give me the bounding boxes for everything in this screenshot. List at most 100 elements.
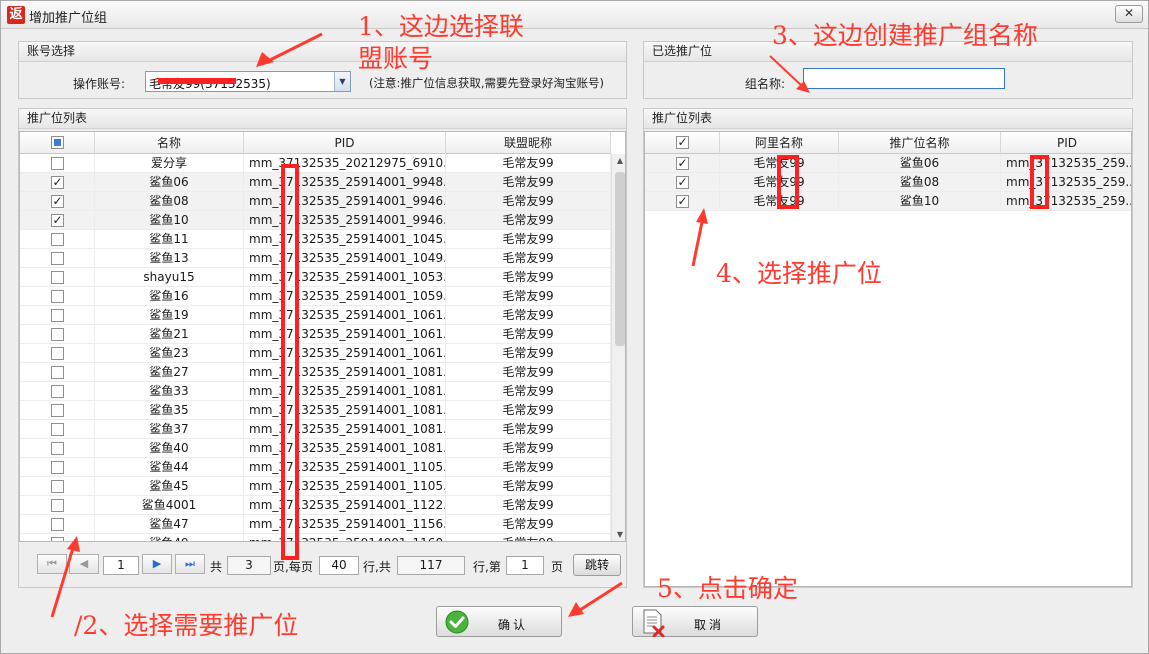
last-page-button[interactable]: ⏭ <box>175 554 205 574</box>
row-checkbox[interactable] <box>51 366 64 379</box>
table-row[interactable]: 鲨鱼21 mm_37132535_25914001_1061... 毛常友99 <box>20 325 611 344</box>
nickname-cell: 毛常友99 <box>446 439 611 458</box>
row-checkbox[interactable] <box>51 290 64 303</box>
row-checkbox[interactable] <box>51 461 64 474</box>
row-checkbox[interactable] <box>51 328 64 341</box>
table-row[interactable]: ✓ 毛常友99 鲨鱼08 mm_37132535_259... <box>645 173 1131 192</box>
row-checkbox[interactable] <box>51 480 64 493</box>
table-row[interactable]: 鲨鱼35 mm_37132535_25914001_1081... 毛常友99 <box>20 401 611 420</box>
pid-cell: mm_37132535_25914001_1156... <box>244 515 446 534</box>
left-grid-scrollbar[interactable]: ▲ ▼ <box>611 154 625 541</box>
row-check-cell <box>20 534 95 541</box>
row-check-cell <box>20 458 95 477</box>
table-row[interactable]: 鲨鱼13 mm_37132535_25914001_1049... 毛常友99 <box>20 249 611 268</box>
pid-cell: mm_37132535_25914001_1081... <box>244 382 446 401</box>
row-check-cell <box>20 382 95 401</box>
jump-button[interactable]: 跳转 <box>573 554 621 576</box>
table-row[interactable]: 鲨鱼19 mm_37132535_25914001_1061... 毛常友99 <box>20 306 611 325</box>
annotation-step-1-line-1: 1、这边选择联 <box>358 12 524 41</box>
row-checkbox[interactable]: ✓ <box>676 195 689 208</box>
table-row[interactable]: ✓ 鲨鱼06 mm_37132535_25914001_9948... 毛常友99 <box>20 173 611 192</box>
first-page-button[interactable]: ⏮ <box>37 554 67 574</box>
nickname-cell: 毛常友99 <box>446 287 611 306</box>
table-row[interactable]: 鲨鱼47 mm_37132535_25914001_1156... 毛常友99 <box>20 515 611 534</box>
nickname-cell: 毛常友99 <box>446 325 611 344</box>
table-row[interactable]: 鲨鱼11 mm_37132535_25914001_1045... 毛常友99 <box>20 230 611 249</box>
scroll-up-icon[interactable]: ▲ <box>612 154 625 168</box>
table-row[interactable]: 鲨鱼33 mm_37132535_25914001_1081... 毛常友99 <box>20 382 611 401</box>
nickname-cell: 毛常友99 <box>446 496 611 515</box>
row-checkbox[interactable] <box>51 537 64 541</box>
table-row[interactable]: 鲨鱼49mm_37132535_25914001_1160...毛常友99 <box>20 534 611 541</box>
table-row[interactable]: ✓ 鲨鱼10 mm_37132535_25914001_9946... 毛常友99 <box>20 211 611 230</box>
pid-cell: mm_37132535_25914001_1081... <box>244 363 446 382</box>
row-checkbox[interactable] <box>51 423 64 436</box>
table-row[interactable]: 鲨鱼16 mm_37132535_25914001_1059... 毛常友99 <box>20 287 611 306</box>
column-header-ali-name[interactable]: 阿里名称 <box>720 132 839 154</box>
scroll-down-icon[interactable]: ▼ <box>612 528 625 541</box>
row-checkbox[interactable] <box>51 442 64 455</box>
row-checkbox[interactable]: ✓ <box>51 214 64 227</box>
table-row[interactable]: 鲨鱼45 mm_37132535_25914001_1105... 毛常友99 <box>20 477 611 496</box>
table-row[interactable]: ✓ 鲨鱼08 mm_37132535_25914001_9946... 毛常友99 <box>20 192 611 211</box>
next-page-button[interactable]: ▶ <box>142 554 172 574</box>
pid-cell: mm_37132535_25914001_1081... <box>244 439 446 458</box>
account-select[interactable]: 毛常友99(37132535) ▼ <box>145 71 351 92</box>
row-checkbox[interactable] <box>51 233 64 246</box>
table-row[interactable]: shayu15 mm_37132535_25914001_1053... 毛常友99 <box>20 268 611 287</box>
goto-page-input[interactable]: 1 <box>506 556 544 575</box>
column-header-right-pid[interactable]: PID <box>1001 132 1131 154</box>
scrollbar-thumb[interactable] <box>615 172 625 346</box>
row-checkbox[interactable] <box>51 309 64 322</box>
row-checkbox[interactable] <box>51 518 64 531</box>
table-row[interactable]: 鲨鱼44 mm_37132535_25914001_1105... 毛常友99 <box>20 458 611 477</box>
right-slot-grid: ✓ 阿里名称 推广位名称 PID ✓ 毛常友99 鲨鱼06 mm_37132535_2… <box>644 131 1132 587</box>
pid-cell: mm_37132535_259... <box>1006 156 1132 170</box>
table-row[interactable]: 鲨鱼23 mm_37132535_25914001_1061... 毛常友99 <box>20 344 611 363</box>
slot-name-cell: 鲨鱼06 <box>95 173 244 192</box>
column-header-pid[interactable]: PID <box>244 132 446 154</box>
group-name-input[interactable] <box>803 68 1005 89</box>
row-checkbox[interactable] <box>51 271 64 284</box>
slot-name-cell: 鲨鱼08 <box>839 173 1001 192</box>
row-checkbox[interactable] <box>51 347 64 360</box>
current-page-input[interactable]: 1 <box>103 556 139 575</box>
row-checkbox[interactable]: ✓ <box>676 176 689 189</box>
row-checkbox[interactable] <box>51 385 64 398</box>
row-checkbox[interactable]: ✓ <box>51 176 64 189</box>
row-checkbox[interactable] <box>51 252 64 265</box>
row-checkbox[interactable]: ✓ <box>51 195 64 208</box>
chevron-down-icon[interactable]: ▼ <box>334 72 350 91</box>
left-slot-list-header: 推广位列表 <box>19 109 626 129</box>
close-button[interactable]: ✕ <box>1115 5 1143 23</box>
table-row[interactable]: 鲨鱼37 mm_37132535_25914001_1081... 毛常友99 <box>20 420 611 439</box>
row-check-cell <box>20 249 95 268</box>
select-all-cell <box>20 132 95 154</box>
row-checkbox[interactable] <box>51 404 64 417</box>
table-row[interactable]: 爱分享 mm_37132535_20212975_6910... 毛常友99 <box>20 154 611 173</box>
column-header-name[interactable]: 名称 <box>95 132 244 154</box>
slot-name-cell: shayu15 <box>95 268 244 287</box>
table-row[interactable]: 鲨鱼27 mm_37132535_25914001_1081... 毛常友99 <box>20 363 611 382</box>
prev-page-button[interactable]: ◀ <box>69 554 99 574</box>
slot-name-cell: 鲨鱼23 <box>95 344 244 363</box>
confirm-button[interactable]: 确认 <box>436 606 562 637</box>
table-row[interactable]: ✓ 毛常友99 鲨鱼06 mm_37132535_259... <box>645 154 1132 173</box>
row-checkbox[interactable] <box>51 499 64 512</box>
cancel-button[interactable]: 取消 <box>632 606 758 637</box>
per-page-input[interactable]: 40 <box>319 556 359 575</box>
table-row[interactable]: ✓ 毛常友99 鲨鱼10 mm_37132535_259... <box>645 192 1131 211</box>
table-row[interactable]: 鲨鱼4001 mm_37132535_25914001_1122... 毛常友99 <box>20 496 611 515</box>
row-check-cell: ✓ <box>20 173 95 192</box>
right-select-all-checkbox[interactable]: ✓ <box>676 136 689 149</box>
column-header-slot-name[interactable]: 推广位名称 <box>839 132 1001 154</box>
left-slot-list-group: 推广位列表 名称 PID 联盟昵称 爱分享 mm_37132535_2021297… <box>18 108 627 588</box>
select-all-checkbox[interactable] <box>51 136 64 149</box>
column-header-nickname[interactable]: 联盟昵称 <box>446 132 611 154</box>
row-check-cell <box>20 439 95 458</box>
row-check-cell <box>20 420 95 439</box>
row-checkbox[interactable]: ✓ <box>676 157 689 170</box>
row-checkbox[interactable] <box>51 157 64 170</box>
slot-name-cell: 鲨鱼47 <box>95 515 244 534</box>
table-row[interactable]: 鲨鱼40 mm_37132535_25914001_1081... 毛常友99 <box>20 439 611 458</box>
